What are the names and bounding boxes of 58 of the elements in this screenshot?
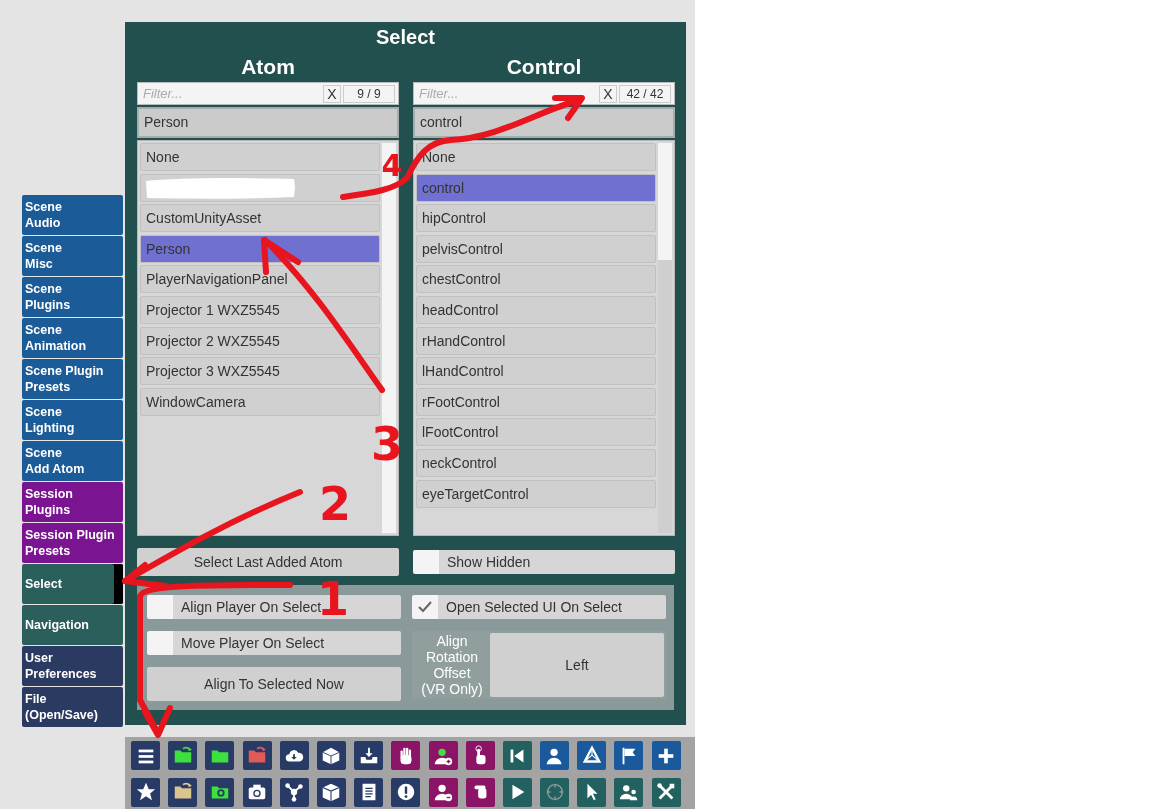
checkbox[interactable] <box>147 595 173 619</box>
scrollbar[interactable] <box>658 143 672 533</box>
list-item[interactable]: eyeTargetControl <box>416 479 656 508</box>
list-item[interactable]: None <box>140 143 380 171</box>
sidebar-tab[interactable]: User Preferences <box>22 646 123 686</box>
rotation-offset-button[interactable]: Left <box>490 633 664 697</box>
toggle-label: Move Player On Select <box>173 631 401 655</box>
toggle-label: Open Selected UI On Select <box>438 595 666 619</box>
list-item[interactable]: CustomUnityAsset <box>140 204 380 233</box>
sidebar-tab[interactable]: File (Open/Save) <box>22 687 123 727</box>
panel-title: Select <box>375 25 436 50</box>
list-item[interactable]: Projector 2 WXZ5545 <box>140 326 380 355</box>
list-item[interactable]: lFootControl <box>416 418 656 447</box>
list-item[interactable]: PlayerNavigationPanel <box>140 265 380 294</box>
toggle-label: Show Hidden <box>439 550 675 574</box>
checkbox[interactable] <box>412 595 438 619</box>
list-item[interactable]: chestControl <box>416 265 656 294</box>
check-icon <box>417 600 433 614</box>
clear-button[interactable]: X <box>599 84 617 103</box>
list-item[interactable]: neckControl <box>416 448 656 477</box>
sidebar-tab[interactable]: Session Plugins <box>22 482 123 522</box>
checkbox[interactable] <box>413 550 439 574</box>
selected-value-field[interactable]: Person <box>137 107 399 138</box>
column-heading: Control <box>505 54 583 80</box>
list-item[interactable]: rHandControl <box>416 326 656 355</box>
annotation-number: 2 <box>319 477 351 531</box>
filter-field[interactable]: Filter... X 9 / 9 <box>137 82 399 105</box>
sidebar-tab[interactable]: Scene Misc <box>22 236 123 276</box>
sidebar-tab[interactable]: Session Plugin Presets <box>22 523 123 563</box>
filter-field[interactable]: Filter... X 42 / 42 <box>413 82 675 105</box>
sidebar-tab[interactable]: Scene Plugins <box>22 277 123 317</box>
checkbox[interactable] <box>147 631 173 655</box>
align-now-button[interactable]: Align To Selected Now <box>147 667 401 701</box>
count-label: 42 / 42 <box>619 84 671 103</box>
rotation-offset-label: Align Rotation Offset (VR Only) <box>420 633 484 697</box>
network-icon <box>283 781 306 803</box>
count-label: 9 / 9 <box>343 84 395 103</box>
star-icon <box>134 781 157 803</box>
sidebar-tab[interactable]: Navigation <box>22 605 123 645</box>
selected-value-field[interactable]: control <box>413 107 675 138</box>
sidebar-tab[interactable]: Select <box>22 564 123 604</box>
sidebar-tab[interactable]: Scene Add Atom <box>22 441 123 481</box>
sidebar-tab[interactable]: Scene Animation <box>22 318 123 358</box>
list-item[interactable]: rFootControl <box>416 387 656 416</box>
list-item[interactable]: lHandControl <box>416 357 656 386</box>
list-item[interactable] <box>140 173 380 202</box>
list-item[interactable]: Projector 1 WXZ5545 <box>140 295 380 324</box>
list-item[interactable]: pelvisControl <box>416 234 656 263</box>
sidebar-tab[interactable]: Scene Plugin Presets <box>22 359 123 399</box>
sidebar-tab[interactable]: Scene Audio <box>22 195 123 235</box>
clear-button[interactable]: X <box>323 84 341 103</box>
select-last-button[interactable]: Select Last Added Atom <box>137 548 399 576</box>
sidebar-tab[interactable]: Scene Lighting <box>22 400 123 440</box>
list-item[interactable]: Projector 3 WXZ5545 <box>140 357 380 386</box>
list-item[interactable]: hipControl <box>416 204 656 233</box>
list-item[interactable]: WindowCamera <box>140 387 380 416</box>
list-item[interactable]: headControl <box>416 295 656 324</box>
column-heading: Atom <box>240 54 296 80</box>
